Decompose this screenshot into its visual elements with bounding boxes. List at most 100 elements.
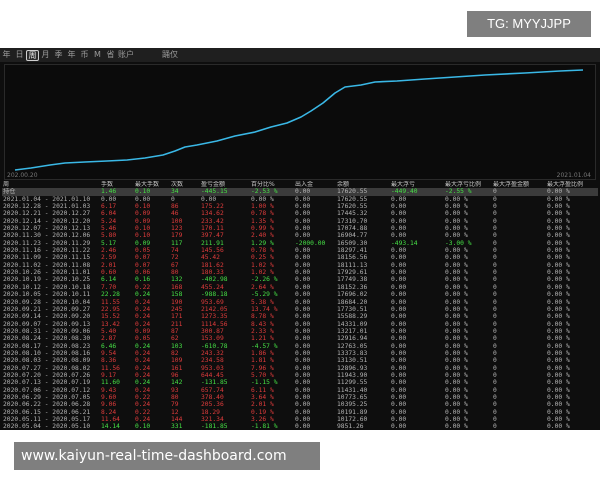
table-cell: 100	[171, 217, 183, 225]
table-cell: 17310.70	[337, 217, 368, 225]
table-cell: 0	[493, 291, 497, 299]
table-row[interactable]: 2020.06.22 - 2020.06.28 9.06 0.24 79 205.36 2…	[2, 401, 598, 408]
table-cell: 9851.26	[337, 423, 364, 430]
table-cell: 0	[493, 342, 497, 350]
column-header[interactable]: 最大浮盈比例	[546, 181, 598, 188]
table-row[interactable]: 2020.07.27 - 2020.08.02 11.56 0.24 161 953.0…	[2, 365, 598, 372]
table-row[interactable]: 2020.10.05 - 2020.10.11 22.28 0.24 158 -988.…	[2, 291, 598, 298]
table-row[interactable]: 2020.08.31 - 2020.09.06 5.40 0.09 87 300.87 2…	[2, 328, 598, 335]
table-cell: 953.03	[201, 364, 224, 372]
toolbar-item-4[interactable]: 季	[52, 48, 65, 62]
column-header[interactable]: 手数	[100, 181, 134, 188]
toolbar-item-3[interactable]: 月	[39, 48, 52, 62]
column-header[interactable]: 周	[2, 181, 100, 188]
table-row[interactable]: 2020.09.14 - 2020.09.20 15.52 0.24 171 1273.…	[2, 313, 598, 320]
table-row[interactable]: 2020.11.16 - 2020.11.22 2.46 0.05 74 145.56 0…	[2, 247, 598, 254]
table-cell: 0	[493, 313, 497, 321]
table-row[interactable]: 2020.10.12 - 2020.10.18 7.70 0.22 168 455.24…	[2, 284, 598, 291]
row-label: 2020.08.31 - 2020.09.06	[3, 327, 91, 335]
row-label: 2020.06.22 - 2020.06.28	[3, 401, 91, 409]
column-header[interactable]: 余额	[336, 181, 390, 188]
table-cell: 80	[171, 269, 179, 277]
column-header[interactable]: 最大手数	[134, 181, 170, 188]
table-cell: 0.00 %	[547, 283, 570, 291]
table-cell: 9.43	[101, 386, 117, 394]
toolbar-item-8[interactable]: 省	[104, 48, 117, 62]
table-row[interactable]: 2020.07.13 - 2020.07.19 11.60 0.24 142 -131.…	[2, 379, 598, 386]
table-row[interactable]: 2020.05.04 - 2020.05.10 14.14 0.10 331 -181.…	[2, 423, 598, 430]
table-cell: 0	[493, 408, 497, 416]
table-cell: -181.85	[201, 423, 228, 430]
column-header[interactable]: 盈亏金额	[200, 181, 250, 188]
table-cell: 0	[493, 254, 497, 262]
table-row[interactable]: 2020.09.07 - 2020.09.13 13.42 0.24 211 1114.…	[2, 321, 598, 328]
table-cell: 17730.51	[337, 305, 368, 313]
column-header[interactable]: 最大浮盈金额	[492, 181, 546, 188]
table-cell: 233.42	[201, 217, 224, 225]
table-cell: 18156.56	[337, 254, 368, 262]
table-cell: 10773.65	[337, 393, 368, 401]
table-cell: 0.25 %	[251, 254, 274, 262]
table-cell: 1114.56	[201, 320, 228, 328]
table-row[interactable]: 2020.06.15 - 2020.06.21 8.24 0.22 12 18.29 0.…	[2, 409, 598, 416]
table-row[interactable]: 2020.08.03 - 2020.08.09 8.36 0.24 109 234.58…	[2, 357, 598, 364]
table-cell: 0.00	[295, 416, 311, 423]
table-row[interactable]: 2020.11.30 - 2020.12.06 5.80 0.10 179 397.47…	[2, 232, 598, 239]
table-row[interactable]: 2020.11.02 - 2020.11.08 2.01 0.07 67 181.62 1…	[2, 262, 598, 269]
table-row[interactable]: 2020.12.14 - 2020.12.20 5.24 0.09 100 233.42…	[2, 218, 598, 225]
table-row[interactable]: 2020.10.19 - 2020.10.25 6.14 0.16 132 -402.9…	[2, 276, 598, 283]
table-row[interactable]: 2020.07.20 - 2020.07.26 9.17 0.24 96 644.45 5…	[2, 372, 598, 379]
table-cell: 1.00 %	[251, 203, 274, 211]
position-row[interactable]: 持仓 1.46 0.10 34 -445.15 -2.53 % 0.00 17620.55 -4…	[2, 188, 598, 196]
table-row[interactable]: 2020.11.23 - 2020.11.29 5.17 0.09 117 211.91…	[2, 240, 598, 247]
table-cell: 12896.93	[337, 364, 368, 372]
table-cell: 0	[493, 320, 497, 328]
column-header[interactable]: 出入金	[294, 181, 336, 188]
toolbar-item-0[interactable]: 年	[0, 48, 13, 62]
table-row[interactable]: 2020.07.06 - 2020.07.12 9.43 0.24 93 657.74 6…	[2, 387, 598, 394]
table-cell: 234.58	[201, 357, 224, 365]
toolbar-item-7[interactable]: M	[91, 48, 104, 62]
table-cell: -2.55 %	[444, 188, 492, 196]
toolbar-extra[interactable]: 踊仅	[161, 48, 179, 62]
table-cell: 0.00 %	[547, 401, 570, 409]
table-cell: 0.00 %	[547, 379, 570, 387]
table-row[interactable]: 2020.05.11 - 2020.05.17 11.64 0.24 144 321.3…	[2, 416, 598, 423]
table-row[interactable]: 2020.09.28 - 2020.10.04 11.55 0.24 190 953.6…	[2, 299, 598, 306]
table-cell: 0	[171, 195, 175, 203]
row-label: 2020.09.21 - 2020.09.27	[3, 305, 91, 313]
table-row[interactable]: 2020.11.09 - 2020.11.15 2.59 0.07 72 45.42 0.…	[2, 254, 598, 261]
table-cell: 79	[171, 401, 179, 409]
table-cell: 10172.60	[337, 416, 368, 423]
column-header[interactable]: 次数	[170, 181, 200, 188]
table-cell: -449.40	[390, 188, 444, 196]
table-row[interactable]: 2020.12.21 - 2020.12.27 6.04 0.09 46 134.62 0…	[2, 210, 598, 217]
toolbar-item-9[interactable]: 账户	[117, 48, 135, 62]
table-row[interactable]: 2020.12.28 - 2021.01.03 6.17 0.10 86 175.22 1…	[2, 203, 598, 210]
table-cell: 17620.55	[336, 188, 390, 196]
column-header[interactable]: 最大浮亏比例	[444, 181, 492, 188]
table-row[interactable]: 2020.09.21 - 2020.09.27 22.95 0.24 245 2142.…	[2, 306, 598, 313]
column-header[interactable]: 最大浮亏	[390, 181, 444, 188]
table-cell: 0.00 %	[251, 195, 274, 203]
toolbar-item-6[interactable]: 币	[78, 48, 91, 62]
table-row[interactable]: 2020.12.07 - 2020.12.13 5.46 0.10 123 170.11…	[2, 225, 598, 232]
table-row[interactable]: 2021.01.04 - 2021.01.10 0.00 0.00 0 0.00 0.00…	[2, 196, 598, 203]
toolbar-item-1[interactable]: 日	[13, 48, 26, 62]
table-cell: 0	[493, 217, 497, 225]
table-row[interactable]: 2020.08.17 - 2020.08.23 6.46 0.24 103 -610.7…	[2, 343, 598, 350]
table-cell: 18.29	[201, 408, 220, 416]
toolbar-item-2[interactable]: 周	[26, 49, 39, 61]
table-cell: 0.09	[135, 217, 151, 225]
table-row[interactable]: 2020.08.24 - 2020.08.30 2.87 0.05 62 153.09 1…	[2, 335, 598, 342]
table-cell: 3.26 %	[251, 416, 274, 423]
toolbar-item-5[interactable]: 年	[65, 48, 78, 62]
table-cell: 6.46	[101, 342, 117, 350]
table-row[interactable]: 2020.08.10 - 2020.08.16 9.54 0.24 82 243.32 1…	[2, 350, 598, 357]
column-header[interactable]: 百分比%	[250, 181, 294, 188]
table-cell: 0.00 %	[547, 320, 570, 328]
table-row[interactable]: 2020.10.26 - 2020.11.01 0.60 0.06 80 180.33 1…	[2, 269, 598, 276]
table-cell: 0.00	[295, 342, 311, 350]
table-row[interactable]: 2020.06.29 - 2020.07.05 9.60 0.22 80 378.40 3…	[2, 394, 598, 401]
row-label: 2020.10.12 - 2020.10.18	[3, 283, 91, 291]
